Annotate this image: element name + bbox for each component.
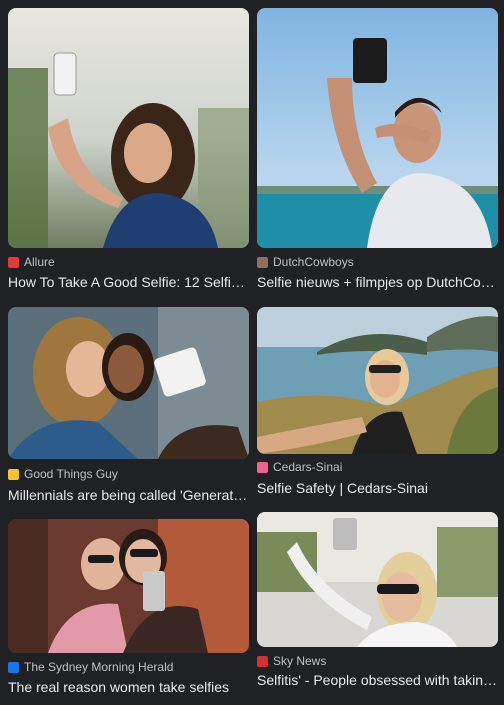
friends-selfie-photo: [8, 307, 249, 459]
result-thumbnail[interactable]: [8, 519, 249, 653]
result-title[interactable]: How To Take A Good Selfie: 12 Selfie Tip…: [8, 274, 249, 290]
result-source[interactable]: Good Things Guy: [8, 466, 249, 482]
sky-news-favicon-icon: [257, 655, 268, 667]
image-result-card[interactable]: The Sydney Morning Herald The real reaso…: [8, 519, 249, 695]
dutchcowboys-favicon-icon: [257, 256, 268, 268]
source-name: Cedars-Sinai: [273, 460, 343, 474]
man-selfie-photo: [257, 8, 498, 248]
result-title[interactable]: Selfitis' - People obsessed with taking …: [257, 672, 498, 688]
result-title[interactable]: Selfie nieuws + filmpjes op DutchCowboys: [257, 274, 498, 290]
cedars-sinai-favicon-icon: [257, 461, 268, 473]
two-women-selfie-photo: [8, 519, 249, 653]
image-result-card[interactable]: Cedars-Sinai Selfie Safety | Cedars-Sina…: [257, 307, 498, 496]
woman-selfie-photo: [8, 8, 249, 248]
result-source[interactable]: Cedars-Sinai: [257, 459, 498, 475]
result-thumbnail[interactable]: [257, 8, 498, 248]
result-source[interactable]: The Sydney Morning Herald: [8, 659, 249, 675]
result-title[interactable]: Millennials are being called 'Generation…: [8, 487, 249, 503]
source-name: Sky News: [273, 654, 327, 668]
result-title[interactable]: The real reason women take selfies: [8, 679, 249, 695]
result-thumbnail[interactable]: [257, 512, 498, 647]
result-thumbnail[interactable]: [8, 8, 249, 248]
allure-favicon-icon: [8, 256, 19, 268]
smh-favicon-icon: [8, 661, 19, 673]
result-source[interactable]: Allure: [8, 254, 249, 270]
image-result-card[interactable]: Allure How To Take A Good Selfie: 12 Sel…: [8, 8, 249, 290]
image-result-card[interactable]: Good Things Guy Millennials are being ca…: [8, 307, 249, 503]
coast-selfie-photo: [257, 307, 498, 454]
result-source[interactable]: DutchCowboys: [257, 254, 498, 270]
image-result-card[interactable]: DutchCowboys Selfie nieuws + filmpjes op…: [257, 8, 498, 290]
sunglasses-selfie-photo: [257, 512, 498, 647]
source-name: DutchCowboys: [273, 255, 354, 269]
result-source[interactable]: Sky News: [257, 653, 498, 669]
good-things-guy-favicon-icon: [8, 468, 19, 480]
result-title[interactable]: Selfie Safety | Cedars-Sinai: [257, 480, 498, 496]
source-name: Good Things Guy: [24, 467, 118, 481]
result-thumbnail[interactable]: [8, 307, 249, 459]
result-thumbnail[interactable]: [257, 307, 498, 454]
source-name: Allure: [24, 255, 55, 269]
source-name: The Sydney Morning Herald: [24, 660, 174, 674]
image-result-card[interactable]: Sky News Selfitis' - People obsessed wit…: [257, 512, 498, 688]
